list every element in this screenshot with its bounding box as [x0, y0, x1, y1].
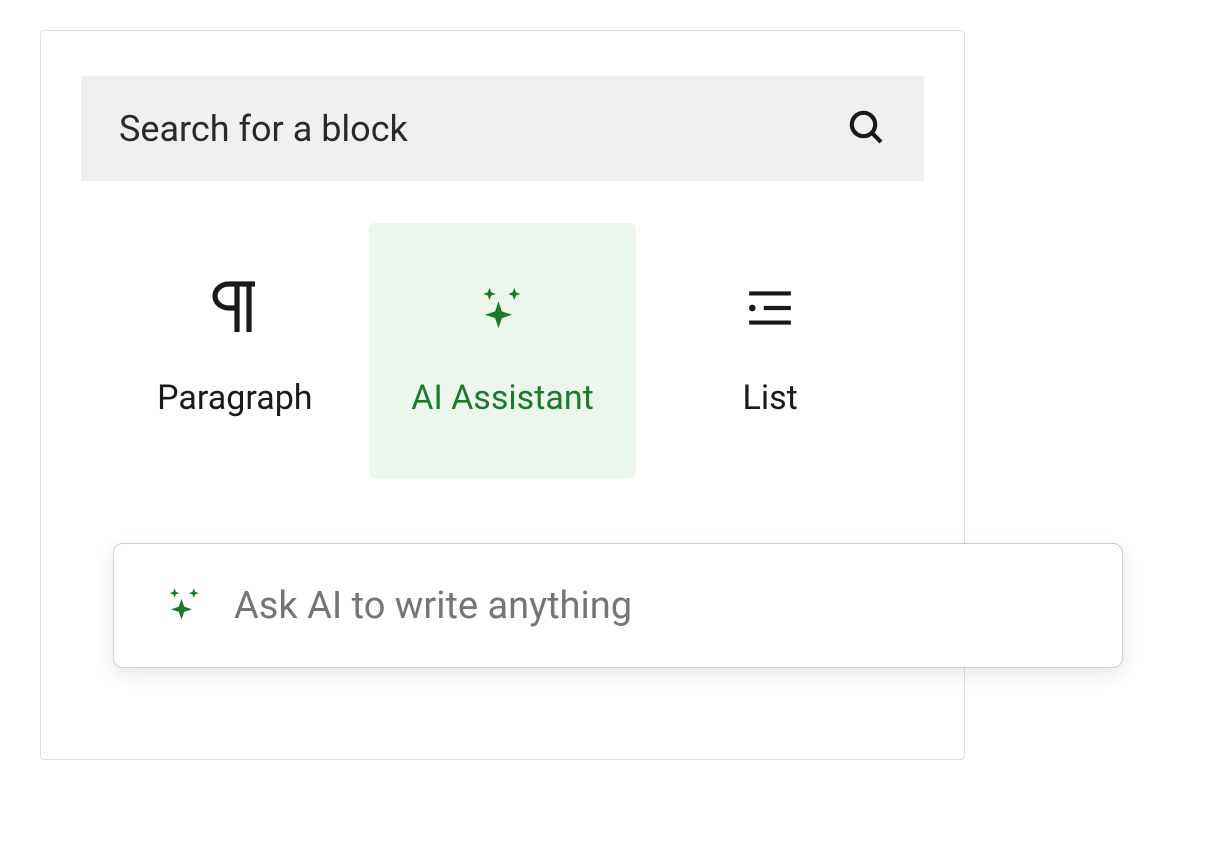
block-options-row: Paragraph AI Assistant Li	[81, 223, 924, 478]
block-label: Paragraph	[157, 378, 312, 418]
sparkles-icon	[476, 278, 530, 338]
ai-prompt-input[interactable]: Ask AI to write anything	[113, 543, 1123, 668]
block-option-list[interactable]: List	[636, 223, 904, 478]
block-label: List	[743, 378, 798, 418]
block-label: AI Assistant	[411, 378, 593, 418]
search-icon	[846, 107, 886, 151]
block-option-paragraph[interactable]: Paragraph	[101, 223, 369, 478]
sparkles-icon	[164, 583, 206, 629]
paragraph-icon	[211, 278, 259, 338]
ai-prompt-placeholder-text: Ask AI to write anything	[234, 584, 632, 628]
search-placeholder-text: Search for a block	[119, 108, 408, 150]
block-option-ai-assistant[interactable]: AI Assistant	[369, 223, 637, 478]
list-icon	[745, 278, 795, 338]
block-search-input[interactable]: Search for a block	[81, 76, 924, 181]
